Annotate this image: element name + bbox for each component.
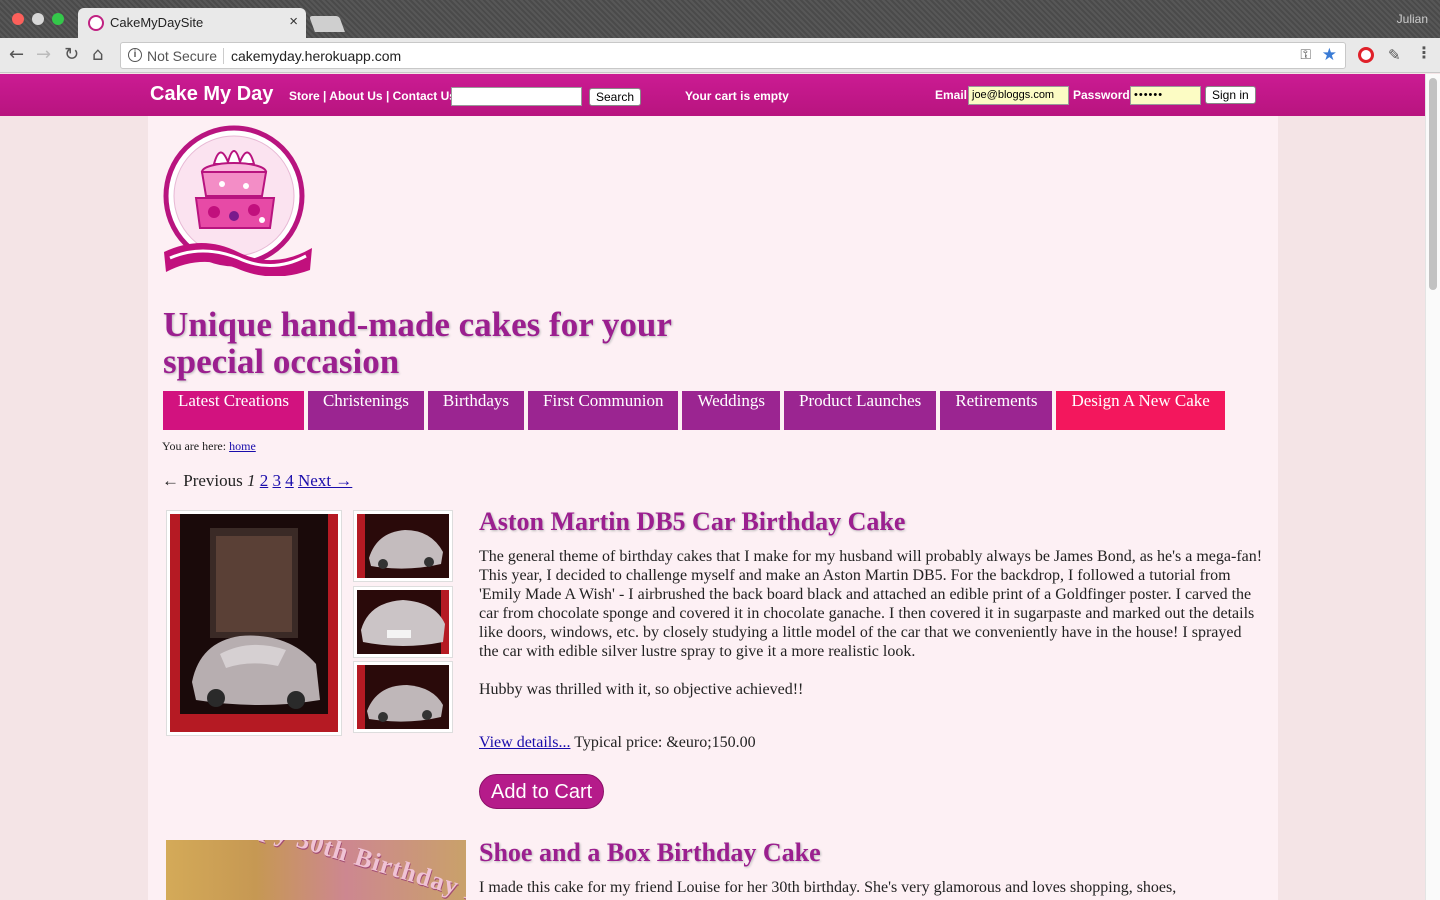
pager-next[interactable]: Next → xyxy=(298,471,352,490)
view-details-link[interactable]: View details... xyxy=(479,734,570,751)
tab-latest-creations[interactable]: Latest Creations xyxy=(163,391,304,430)
zoom-window-button[interactable] xyxy=(52,13,64,25)
tab-close-icon[interactable]: × xyxy=(289,13,298,30)
new-tab-button[interactable] xyxy=(309,16,345,32)
sign-in-button[interactable]: Sign in xyxy=(1205,86,1256,104)
product-title[interactable]: Aston Martin DB5 Car Birthday Cake xyxy=(479,507,905,537)
search-button[interactable]: Search xyxy=(589,88,642,106)
product-paragraph: Hubby was thrilled with it, so objective… xyxy=(479,681,804,698)
reload-icon[interactable]: ↻ xyxy=(64,44,79,65)
tab-weddings[interactable]: Weddings xyxy=(682,391,781,430)
browser-tab-strip: CakeMyDaySite × Julian xyxy=(0,0,1440,38)
minimize-window-button[interactable] xyxy=(32,13,44,25)
divider xyxy=(223,48,224,64)
pager-previous: ← Previous xyxy=(162,471,243,490)
product-price: Typical price: &euro;150.00 xyxy=(574,734,756,751)
pager-page-3[interactable]: 3 xyxy=(273,471,282,490)
browser-menu-icon[interactable]: ⋮ xyxy=(1416,43,1432,62)
profile-name[interactable]: Julian xyxy=(1397,12,1428,26)
pagination: ← Previous 1 2 3 4 Next → xyxy=(162,471,352,491)
extension-icon[interactable]: ✎ xyxy=(1388,46,1401,64)
product-meta: View details... Typical price: &euro;150… xyxy=(479,734,756,752)
info-icon[interactable]: i xyxy=(128,48,142,62)
product-paragraph: I made this cake for my friend Louise fo… xyxy=(479,879,1177,896)
cake-favicon-icon xyxy=(88,15,104,31)
tab-product-launches[interactable]: Product Launches xyxy=(784,391,937,430)
pager-page-2[interactable]: 2 xyxy=(260,471,269,490)
pager-page-4[interactable]: 4 xyxy=(285,471,294,490)
tab-retirements[interactable]: Retirements xyxy=(940,391,1053,430)
site-brand[interactable]: Cake My Day xyxy=(150,83,273,106)
product-description: The general theme of birthday cakes that… xyxy=(479,547,1264,699)
cart-status: Your cart is empty xyxy=(685,89,789,103)
product-title[interactable]: Shoe and a Box Birthday Cake xyxy=(479,838,821,868)
search-input[interactable] xyxy=(451,87,582,106)
password-field[interactable]: •••••• xyxy=(1130,86,1201,105)
add-to-cart-button[interactable]: Add to Cart xyxy=(479,774,605,809)
breadcrumb-prefix: You are here: xyxy=(162,439,227,453)
bookmark-star-icon[interactable]: ★ xyxy=(1322,45,1337,65)
cake-lettering: Happy 30th Birthday Louise xyxy=(209,840,466,900)
home-icon[interactable]: ⌂ xyxy=(92,44,103,65)
site-tagline: Unique hand-made cakes for your special … xyxy=(163,305,672,381)
page-scrollbar[interactable] xyxy=(1425,74,1440,900)
tab-christenings[interactable]: Christenings xyxy=(307,391,424,430)
pager-current-page: 1 xyxy=(247,471,256,490)
category-nav: Latest Creations Christenings Birthdays … xyxy=(163,391,1225,430)
scrollbar-thumb[interactable] xyxy=(1429,78,1437,290)
forward-arrow-icon[interactable]: → xyxy=(36,44,51,65)
email-field[interactable]: joe@bloggs.com xyxy=(968,86,1069,105)
top-nav: Store | About Us | Contact Us xyxy=(289,89,456,103)
security-label[interactable]: Not Secure xyxy=(147,48,217,64)
cake-my-day-logo[interactable] xyxy=(162,124,314,276)
browser-tab[interactable]: CakeMyDaySite × xyxy=(78,8,306,38)
email-label: Email xyxy=(935,88,968,102)
nav-link-about[interactable]: About Us xyxy=(329,89,382,103)
browser-toolbar: ← → ↻ ⌂ i Not Secure cakemyday.herokuapp… xyxy=(0,38,1440,73)
site-header: Cake My Day Store | About Us | Contact U… xyxy=(0,74,1425,116)
product-description: I made this cake for my friend Louise fo… xyxy=(479,878,1264,897)
product-photo[interactable]: Happy 30th Birthday Louise xyxy=(166,840,466,900)
tab-title: CakeMyDaySite xyxy=(110,15,204,30)
product-thumbnail[interactable] xyxy=(353,586,453,658)
product-thumbnail[interactable] xyxy=(353,510,453,582)
product-main-photo[interactable] xyxy=(166,510,342,736)
page-content: Unique hand-made cakes for your special … xyxy=(148,116,1278,900)
password-label: Password xyxy=(1073,88,1130,102)
address-bar[interactable]: i Not Secure cakemyday.herokuapp.com ⚿ ★ xyxy=(120,42,1346,69)
tab-first-communion[interactable]: First Communion xyxy=(528,391,679,430)
tab-design-new-cake[interactable]: Design A New Cake xyxy=(1056,391,1225,430)
back-arrow-icon[interactable]: ← xyxy=(9,44,24,65)
product-paragraph: The general theme of birthday cakes that… xyxy=(479,548,1263,660)
opera-extension-icon[interactable] xyxy=(1358,47,1374,63)
product-thumbnail[interactable] xyxy=(353,661,453,733)
nav-link-store[interactable]: Store xyxy=(289,89,320,103)
url-text[interactable]: cakemyday.herokuapp.com xyxy=(231,48,401,64)
tab-birthdays[interactable]: Birthdays xyxy=(427,391,525,430)
nav-link-contact[interactable]: Contact Us xyxy=(393,89,456,103)
breadcrumb: You are here: home xyxy=(162,439,256,454)
close-window-button[interactable] xyxy=(12,13,24,25)
key-icon[interactable]: ⚿ xyxy=(1300,47,1311,63)
breadcrumb-home-link[interactable]: home xyxy=(229,439,256,453)
